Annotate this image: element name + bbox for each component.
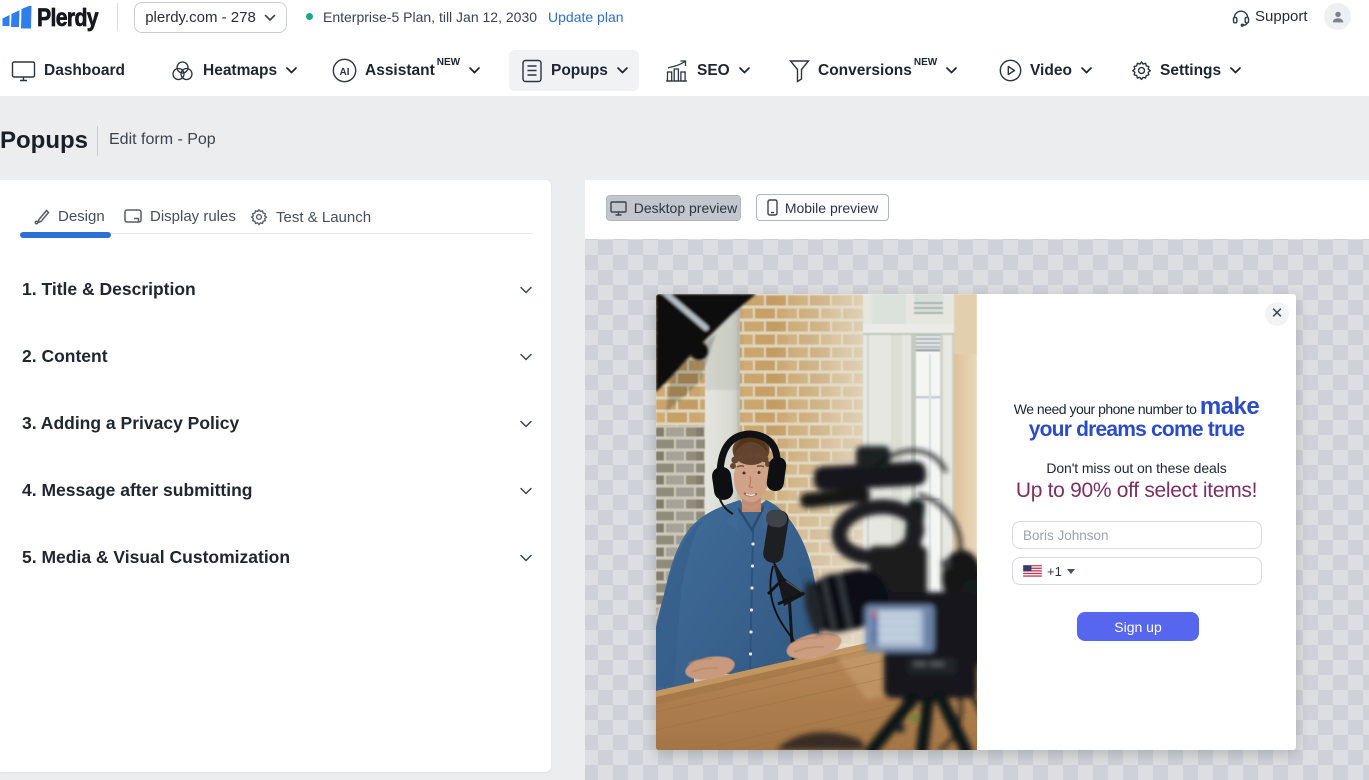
svg-text:AI: AI — [340, 67, 350, 78]
